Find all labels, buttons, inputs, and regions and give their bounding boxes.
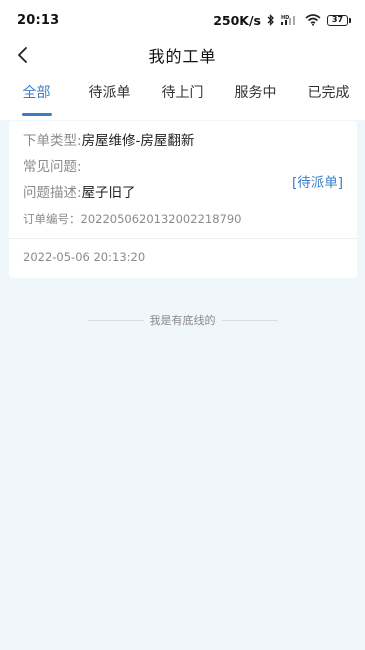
signal-icon: HD	[281, 14, 299, 26]
order-details: 下单类型:房屋维修-房屋翻新 常见问题: 问题描述:屋子旧了 订单编号：2022…	[9, 121, 357, 239]
divider-left	[87, 319, 144, 321]
order-status-badge[interactable]: [待派单]	[292, 171, 343, 191]
nav-bar: 我的工单	[0, 40, 365, 70]
order-number-label: 订单编号：	[23, 212, 81, 226]
back-button[interactable]	[10, 42, 36, 68]
network-speed: 250K/s	[213, 12, 261, 28]
status-bar: 20:13 250K/s HD 37	[0, 0, 365, 40]
wifi-icon	[305, 14, 321, 26]
order-type-value: 房屋维修-房屋翻新	[81, 133, 195, 149]
battery-level: 37	[327, 14, 348, 26]
top-bar: 20:13 250K/s HD 37 我的工单 全部 待派单 待上门 服务中 已…	[0, 0, 365, 120]
bluetooth-icon	[267, 14, 275, 26]
list-end-text: 我是有底线的	[149, 314, 216, 327]
order-number-value: 20220506201320022187​90	[80, 212, 242, 226]
order-type-row: 下单类型:房屋维修-房屋翻新	[23, 132, 343, 150]
page-title: 我的工单	[148, 47, 217, 66]
chevron-left-icon	[18, 47, 27, 63]
battery-icon: 37	[327, 14, 351, 26]
list-end-indicator: 我是有底线的	[0, 312, 365, 328]
order-created-time: 2022-05-06 20:13:20	[23, 250, 146, 264]
status-indicators: 250K/s HD 37	[213, 13, 351, 28]
tab-pending-visit[interactable]: 待上门	[146, 82, 219, 118]
issue-description-label: 问题描述:	[23, 185, 82, 201]
divider-right	[221, 319, 278, 321]
order-number-row: 订单编号：20220506201320022187​90	[23, 210, 343, 228]
common-issue-label: 常见问题:	[23, 159, 82, 175]
status-time: 20:13	[17, 12, 60, 28]
tab-completed[interactable]: 已完成	[292, 82, 365, 118]
tab-pending-dispatch[interactable]: 待派单	[73, 82, 146, 118]
order-card[interactable]: 下单类型:房屋维修-房屋翻新 常见问题: 问题描述:屋子旧了 订单编号：2022…	[9, 121, 357, 278]
tab-all[interactable]: 全部	[0, 82, 73, 118]
tab-in-service[interactable]: 服务中	[219, 82, 292, 118]
order-tabs: 全部 待派单 待上门 服务中 已完成	[0, 70, 365, 120]
order-type-label: 下单类型:	[23, 133, 82, 149]
issue-description-value: 屋子旧了	[81, 185, 136, 201]
